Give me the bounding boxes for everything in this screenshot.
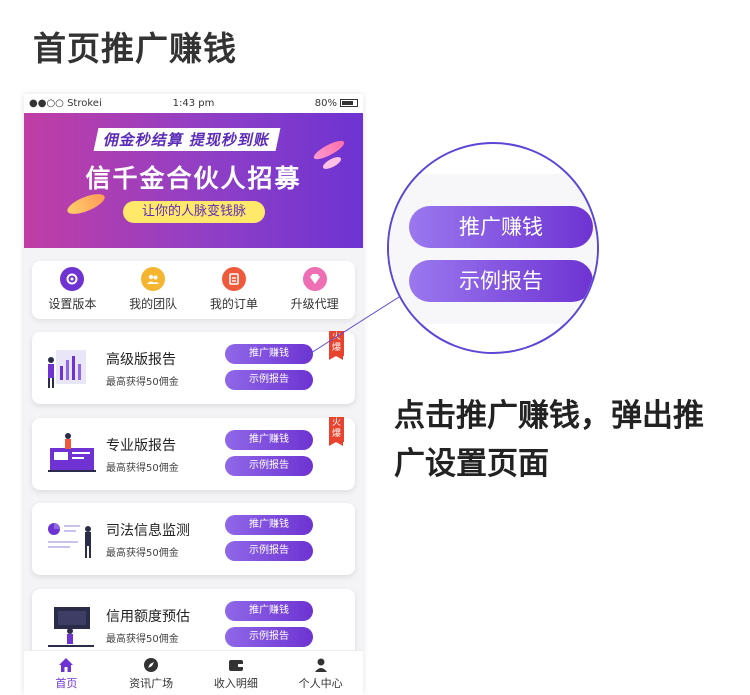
card-description: 最高获得50佣金 bbox=[106, 463, 179, 474]
page: 首页推广赚钱 ●●○○ Strokei 1:43 pm 80% 佣金秒结算 提现… bbox=[0, 0, 750, 695]
menu-item-label: 设置版本 bbox=[48, 297, 97, 311]
quick-menu: 设置版本 我的团队 我的订单 升级代理 bbox=[32, 261, 355, 319]
card-description: 最高获得50佣金 bbox=[106, 634, 179, 645]
battery-indicator: 80% bbox=[238, 98, 358, 109]
carrier-label: ●●○○ Strokei bbox=[29, 98, 102, 109]
compass-icon bbox=[144, 658, 159, 672]
card-title: 司法信息监测 bbox=[106, 523, 190, 539]
diamond-icon bbox=[302, 267, 327, 291]
status-bar: ●●○○ Strokei 1:43 pm 80% bbox=[24, 94, 363, 113]
zoom-promote-earn-button[interactable]: 推广赚钱 bbox=[409, 206, 593, 248]
tab-home[interactable]: 首页 bbox=[24, 651, 109, 695]
card-description: 最高获得50佣金 bbox=[106, 548, 179, 559]
menu-item-label: 我的团队 bbox=[129, 297, 178, 311]
card-title: 专业版报告 bbox=[106, 438, 176, 454]
zoom-callout: 推广赚钱 示例报告 bbox=[387, 142, 599, 354]
menu-item-label: 我的订单 bbox=[209, 297, 258, 311]
hot-badge: 火爆 bbox=[329, 331, 344, 360]
battery-icon bbox=[340, 99, 358, 107]
battery-label: 80% bbox=[314, 98, 337, 109]
example-report-button[interactable]: 示例报告 bbox=[225, 627, 313, 647]
clock-label: 1:43 pm bbox=[172, 98, 215, 109]
credit-illustration-icon bbox=[48, 607, 94, 647]
tab-label: 个人中心 bbox=[298, 677, 343, 690]
menu-item-settings-version[interactable]: 设置版本 bbox=[32, 261, 113, 319]
page-title: 首页推广赚钱 bbox=[33, 29, 237, 68]
menu-item-my-orders[interactable]: 我的订单 bbox=[194, 261, 275, 319]
tab-news-square[interactable]: 资讯广场 bbox=[109, 651, 194, 695]
recruit-banner[interactable]: 佣金秒结算 提现秒到账 信千金合伙人招募 让你的人脉变钱脉 bbox=[24, 113, 363, 248]
wallet-icon bbox=[228, 660, 243, 671]
card-description: 最高获得50佣金 bbox=[106, 377, 179, 388]
report-illustration-icon bbox=[48, 350, 86, 388]
phone-mockup: ●●○○ Strokei 1:43 pm 80% 佣金秒结算 提现秒到账 信千金… bbox=[24, 94, 363, 695]
zoom-example-report-button[interactable]: 示例报告 bbox=[409, 260, 593, 302]
banner-top-line: 佣金秒结算 提现秒到账 bbox=[93, 128, 281, 151]
menu-item-my-team[interactable]: 我的团队 bbox=[113, 261, 194, 319]
home-icon bbox=[59, 658, 74, 672]
tab-label: 资讯广场 bbox=[129, 677, 174, 690]
menu-item-upgrade-agent[interactable]: 升级代理 bbox=[274, 261, 355, 319]
annotation-text: 点击推广赚钱，弹出推广设置页面 bbox=[394, 398, 704, 482]
promote-earn-button[interactable]: 推广赚钱 bbox=[225, 601, 313, 621]
settings-icon bbox=[60, 267, 85, 291]
report-illustration-icon bbox=[48, 433, 96, 472]
bottom-tab-bar: 首页 资讯广场 收入明细 个人中心 bbox=[24, 650, 363, 695]
example-report-button[interactable]: 示例报告 bbox=[225, 370, 313, 390]
banner-headline: 信千金合伙人招募 bbox=[85, 164, 302, 193]
example-report-button[interactable]: 示例报告 bbox=[225, 541, 313, 561]
tab-label: 首页 bbox=[55, 677, 78, 690]
menu-item-label: 升级代理 bbox=[290, 297, 339, 311]
tab-label: 收入明细 bbox=[213, 677, 258, 690]
tab-personal-center[interactable]: 个人中心 bbox=[278, 651, 363, 695]
user-icon bbox=[314, 658, 327, 672]
example-report-button[interactable]: 示例报告 bbox=[225, 456, 313, 476]
product-card-judicial-monitoring[interactable]: 司法信息监测 最高获得50佣金 推广赚钱 示例报告 bbox=[32, 503, 355, 575]
promote-earn-button[interactable]: 推广赚钱 bbox=[225, 344, 313, 364]
card-title: 高级版报告 bbox=[106, 352, 176, 368]
promote-earn-button[interactable]: 推广赚钱 bbox=[225, 430, 313, 450]
product-card-advanced-report[interactable]: 高级版报告 最高获得50佣金 推广赚钱 示例报告 火爆 bbox=[32, 331, 355, 404]
monitoring-illustration-icon bbox=[48, 523, 91, 558]
order-icon bbox=[221, 267, 246, 291]
tab-income-details[interactable]: 收入明细 bbox=[194, 651, 279, 695]
product-card-pro-report[interactable]: 专业版报告 最高获得50佣金 推广赚钱 示例报告 火爆 bbox=[32, 417, 355, 490]
promote-earn-button[interactable]: 推广赚钱 bbox=[225, 515, 313, 535]
team-icon bbox=[141, 267, 166, 291]
card-title: 信用额度预估 bbox=[106, 609, 190, 625]
banner-subline: 让你的人脉变钱脉 bbox=[123, 201, 265, 223]
hot-badge: 火爆 bbox=[329, 417, 344, 446]
